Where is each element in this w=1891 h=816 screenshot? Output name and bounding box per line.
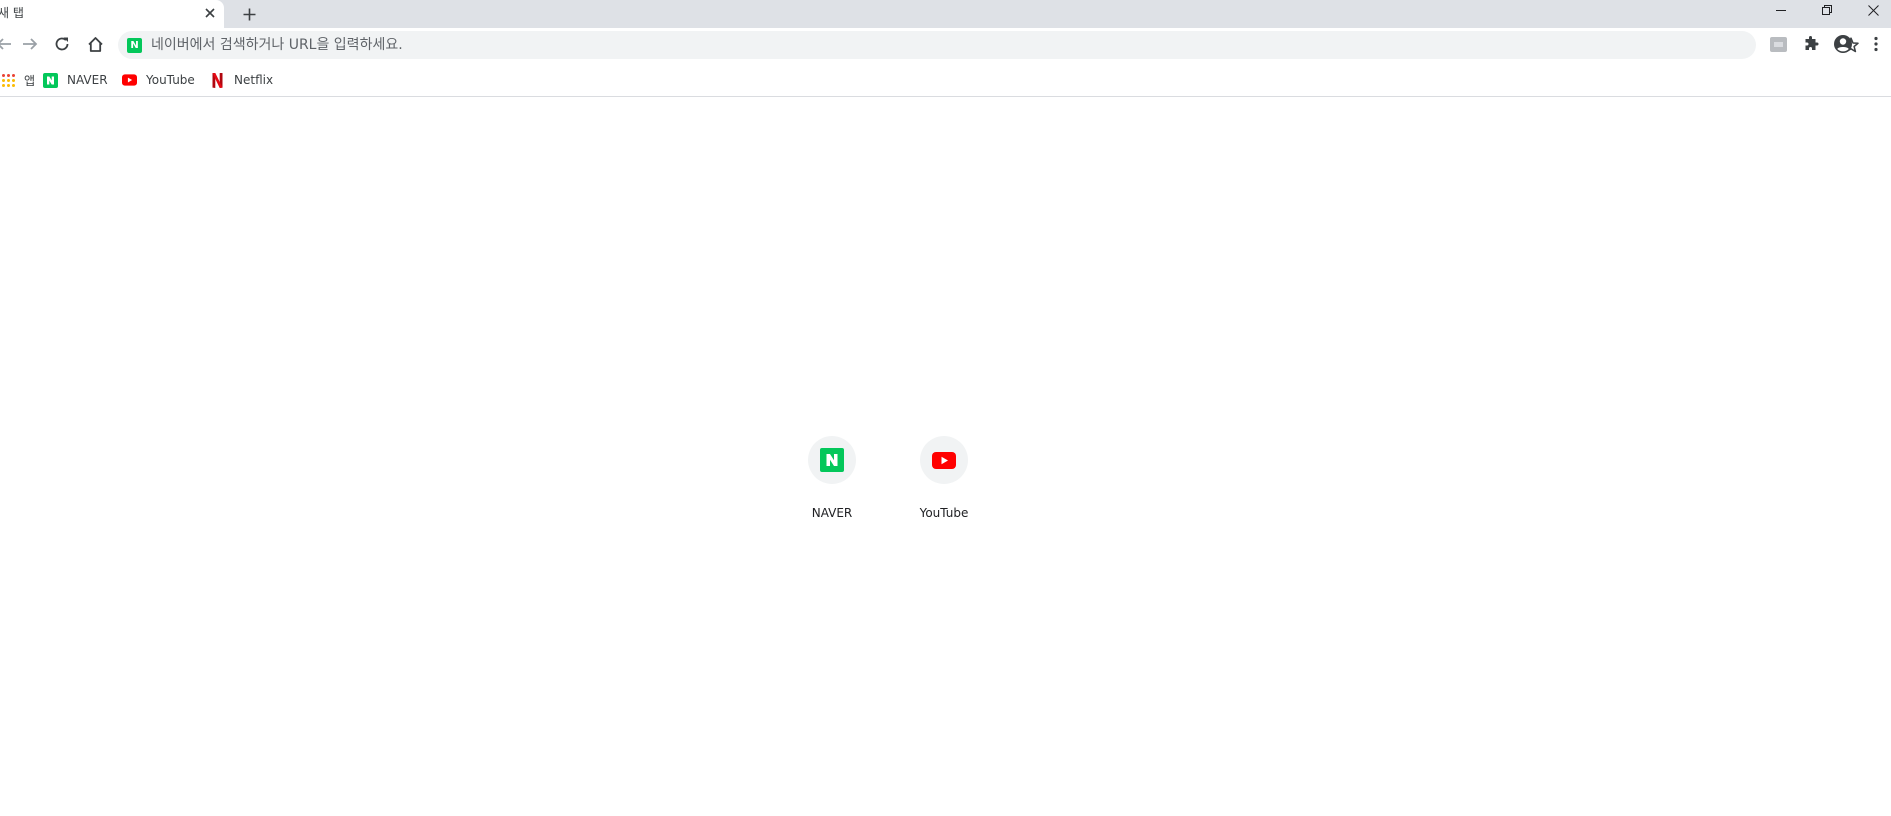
bookmark-label: 앱	[24, 73, 36, 88]
tab-new-tab[interactable]: 새 탭	[0, 0, 224, 28]
window-close-button[interactable]	[1850, 0, 1891, 20]
close-icon	[205, 8, 215, 18]
naver-icon	[820, 448, 844, 472]
naver-icon	[43, 72, 58, 88]
more-vertical-icon	[1874, 36, 1878, 52]
new-tab-button[interactable]	[237, 2, 261, 26]
minimize-icon	[1776, 10, 1786, 11]
bookmark-label: Netflix	[234, 73, 274, 87]
shortcut-tile-naver[interactable]: NAVER	[776, 432, 888, 544]
tile-title: YouTube	[919, 506, 969, 520]
home-icon	[87, 36, 103, 52]
tile-title: NAVER	[811, 506, 853, 520]
bookmark-netflix[interactable]: Netflix	[204, 68, 279, 92]
home-button[interactable]	[81, 30, 109, 58]
forward-button[interactable]	[16, 30, 44, 58]
reload-button[interactable]	[48, 30, 76, 58]
minimize-button[interactable]	[1758, 0, 1804, 20]
tile-icon-container	[808, 436, 856, 484]
youtube-icon	[932, 451, 956, 469]
address-bar[interactable]: N	[118, 31, 1859, 59]
apps-grid-icon	[2, 73, 15, 87]
close-icon	[1867, 4, 1879, 16]
restore-icon	[1822, 5, 1832, 15]
bookmark-naver[interactable]: NAVER	[37, 68, 114, 92]
toolbar: N	[0, 28, 1891, 64]
forward-arrow-icon	[23, 38, 38, 50]
bookmark-label: NAVER	[67, 73, 108, 87]
bookmark-label: YouTube	[146, 73, 195, 87]
bookmarks-bar: 앱 NAVER YouTube Netflix	[0, 64, 1891, 97]
youtube-icon	[122, 73, 137, 88]
extension-button[interactable]	[1764, 30, 1792, 58]
tile-icon-container	[920, 436, 968, 484]
omnibox-input[interactable]	[151, 31, 1651, 59]
menu-button[interactable]	[1862, 30, 1890, 58]
extension-box-icon	[1769, 36, 1787, 52]
puzzle-icon	[1805, 36, 1819, 50]
bookmark-youtube[interactable]: YouTube	[116, 68, 201, 92]
netflix-icon	[210, 72, 225, 88]
account-circle-icon	[1834, 35, 1852, 53]
back-arrow-icon	[0, 38, 11, 50]
tab-strip: 새 탭	[0, 0, 1891, 28]
naver-icon: N	[127, 38, 142, 53]
profile-button[interactable]	[1829, 30, 1857, 58]
extensions-button[interactable]	[1797, 30, 1825, 58]
reload-icon	[55, 37, 69, 51]
tab-close-button[interactable]	[200, 3, 220, 23]
plus-icon	[243, 8, 255, 20]
bookmark-apps[interactable]: 앱	[0, 68, 41, 92]
restore-button[interactable]	[1804, 0, 1850, 20]
shortcut-tile-youtube[interactable]: YouTube	[888, 432, 1000, 544]
tab-title: 새 탭	[0, 6, 24, 20]
